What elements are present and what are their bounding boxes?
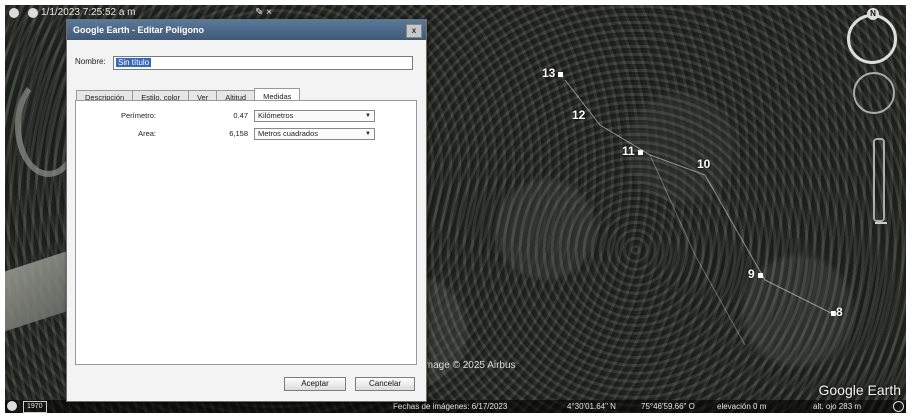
area-value: 6,158 bbox=[229, 129, 248, 138]
google-earth-logo: Google Earth bbox=[818, 382, 902, 398]
tour-icon[interactable] bbox=[9, 8, 19, 18]
map-marker[interactable]: 8 bbox=[828, 305, 843, 319]
area-unit-select[interactable]: Metros cuadrados ▼ bbox=[254, 128, 375, 140]
imagery-credit: Image © 2025 Airbus bbox=[422, 360, 516, 371]
accept-button[interactable]: Aceptar bbox=[284, 377, 346, 391]
look-joystick[interactable] bbox=[853, 72, 895, 114]
cancel-button[interactable]: Cancelar bbox=[355, 377, 415, 391]
name-label: Nombre: bbox=[75, 57, 106, 66]
dialog-titlebar[interactable]: Google Earth - Editar Polígono x bbox=[67, 20, 426, 40]
area-label: Area: bbox=[138, 129, 156, 138]
tab-bar: Descripción Estilo, color Ver Altitud Medida… bbox=[76, 86, 301, 104]
streaming-icon bbox=[893, 401, 904, 412]
historical-year[interactable]: 1970 bbox=[23, 401, 47, 413]
chevron-down-icon: ▼ bbox=[365, 131, 371, 137]
latitude: 4°30'01.64" N bbox=[567, 402, 616, 411]
search-icon[interactable] bbox=[27, 8, 38, 18]
longitude: 75°46'59.66" O bbox=[641, 402, 695, 411]
map-marker[interactable]: 13 bbox=[542, 66, 564, 80]
zoom-out-icon[interactable] bbox=[875, 222, 887, 224]
measurements-panel: Perímetro: 0.47 Kilómetros ▼ Area: 6,158 … bbox=[75, 100, 417, 365]
pin-icon bbox=[637, 150, 643, 155]
pin-icon bbox=[757, 273, 763, 278]
map-marker[interactable]: 12 bbox=[572, 108, 585, 122]
chevron-down-icon: ▼ bbox=[365, 113, 371, 119]
name-value: Sin título bbox=[116, 58, 152, 67]
compass-ring[interactable]: N bbox=[847, 8, 897, 64]
perimeter-unit-select[interactable]: Kilómetros ▼ bbox=[254, 110, 375, 122]
pin-icon bbox=[558, 72, 564, 77]
eye-altitude: alt. ojo 283 m bbox=[813, 402, 862, 411]
name-field[interactable]: Sin título bbox=[113, 56, 413, 70]
dialog-title: Google Earth - Editar Polígono bbox=[73, 25, 205, 35]
edit-polygon-dialog: Google Earth - Editar Polígono x Nombre:… bbox=[66, 19, 427, 402]
zoom-slider[interactable] bbox=[873, 138, 885, 222]
north-icon[interactable]: N bbox=[867, 8, 879, 20]
close-button[interactable]: x bbox=[406, 24, 422, 38]
map-marker[interactable]: 9 bbox=[748, 267, 763, 281]
perimeter-value: 0.47 bbox=[233, 111, 248, 120]
clock-icon[interactable] bbox=[7, 401, 17, 411]
elevation: elevación 0 m bbox=[717, 402, 767, 411]
perimeter-label: Perímetro: bbox=[120, 111, 156, 120]
map-marker[interactable]: 11 bbox=[622, 144, 643, 158]
map-marker[interactable]: 10 bbox=[697, 157, 710, 171]
